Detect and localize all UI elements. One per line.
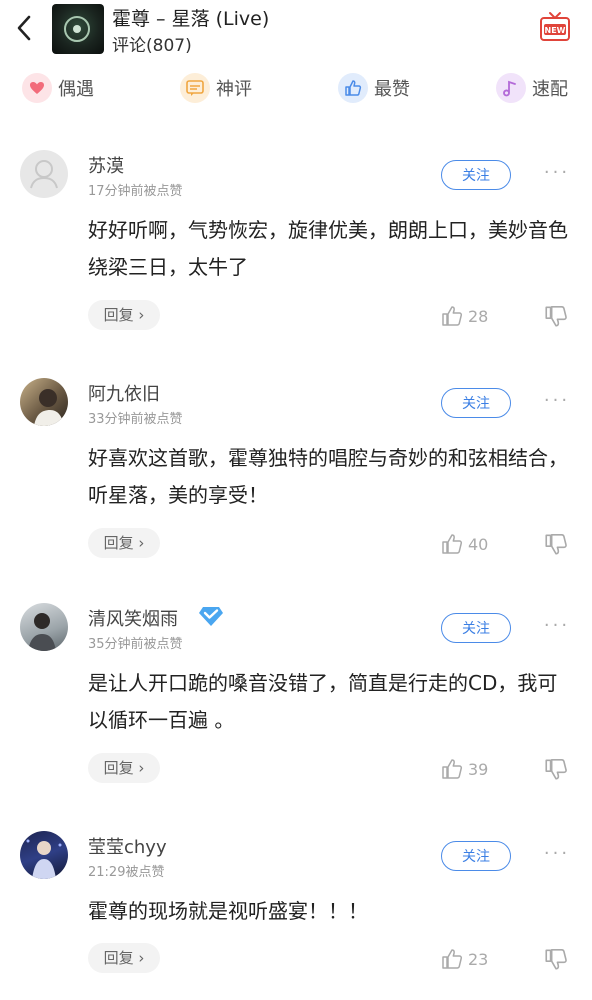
- tab-quick-match[interactable]: 速配: [496, 70, 568, 106]
- reply-button[interactable]: 回复 ›: [88, 753, 160, 783]
- dislike-icon[interactable]: [543, 303, 569, 329]
- like-count: 39: [468, 759, 489, 779]
- back-arrow-icon[interactable]: [14, 14, 34, 42]
- thumbs-up-icon: [442, 306, 463, 326]
- username[interactable]: 阿九依旧: [88, 380, 160, 406]
- follow-button[interactable]: 关注: [441, 841, 511, 871]
- like-button[interactable]: 40: [440, 531, 488, 557]
- comment-text: 霍尊的现场就是视听盛宴！！！: [88, 899, 368, 923]
- reply-button[interactable]: 回复 ›: [88, 943, 160, 973]
- username[interactable]: 苏漠: [88, 152, 124, 178]
- comment-count: 评论(807): [112, 36, 192, 56]
- tab-label: 神评: [216, 79, 252, 100]
- dislike-icon[interactable]: [543, 756, 569, 782]
- comment-text: 好好听啊，气势恢宏，旋律优美，朗朗上口，美妙音色绕梁三日，太牛了: [88, 218, 568, 279]
- like-button[interactable]: 28: [440, 303, 488, 329]
- avatar[interactable]: [20, 150, 68, 198]
- liked-time: 35分钟前被点赞: [88, 637, 183, 652]
- more-options-icon[interactable]: ···: [540, 164, 574, 186]
- verified-diamond-icon: [198, 605, 224, 627]
- heart-icon: [22, 73, 52, 103]
- tab-encounter[interactable]: 偶遇: [22, 70, 94, 106]
- filter-tabs: 偶遇 神评 最赞 速配: [0, 70, 592, 110]
- like-button[interactable]: 23: [440, 946, 488, 972]
- liked-time: 17分钟前被点赞: [88, 184, 183, 199]
- more-options-icon[interactable]: ···: [540, 617, 574, 639]
- reply-button[interactable]: 回复 ›: [88, 528, 160, 558]
- avatar[interactable]: [20, 831, 68, 879]
- follow-button[interactable]: 关注: [441, 388, 511, 418]
- username[interactable]: 清风笑烟雨: [88, 605, 178, 631]
- avatar[interactable]: [20, 378, 68, 426]
- comment-text: 是让人开口跪的嗓音没错了，简直是行走的CD，我可以循环一百遍 。: [88, 671, 558, 732]
- follow-button[interactable]: 关注: [441, 160, 511, 190]
- song-title: 霍尊 – 星落 (Live): [112, 8, 270, 30]
- dislike-icon[interactable]: [543, 531, 569, 557]
- username[interactable]: 莹莹chyy: [88, 833, 167, 859]
- tab-label: 最赞: [374, 79, 410, 100]
- tab-label: 偶遇: [58, 79, 94, 100]
- follow-button[interactable]: 关注: [441, 613, 511, 643]
- like-count: 23: [468, 949, 489, 969]
- liked-time: 21:29被点赞: [88, 865, 165, 880]
- album-cover[interactable]: [52, 4, 104, 54]
- reply-button[interactable]: 回复 ›: [88, 300, 160, 330]
- comment-text: 好喜欢这首歌，霍尊独特的唱腔与奇妙的和弦相结合，听星落，美的享受！: [88, 446, 568, 507]
- dislike-icon[interactable]: [543, 946, 569, 972]
- liked-time: 33分钟前被点赞: [88, 412, 183, 427]
- thumbs-up-icon: [442, 534, 463, 554]
- music-note-icon: [496, 73, 526, 103]
- like-count: 40: [468, 534, 489, 554]
- avatar[interactable]: [20, 603, 68, 651]
- thumbs-up-icon: [442, 759, 463, 779]
- more-options-icon[interactable]: ···: [540, 392, 574, 414]
- new-badge-icon[interactable]: NEW: [538, 10, 572, 44]
- header-bar: 霍尊 – 星落 (Live) 评论(807) NEW: [0, 0, 592, 60]
- tab-label: 速配: [532, 79, 568, 100]
- svg-text:NEW: NEW: [545, 26, 566, 35]
- like-button[interactable]: 39: [440, 756, 488, 782]
- more-options-icon[interactable]: ···: [540, 845, 574, 867]
- thumbs-up-icon: [442, 949, 463, 969]
- thumbs-up-icon: [338, 73, 368, 103]
- message-icon: [180, 73, 210, 103]
- tab-most-liked[interactable]: 最赞: [338, 70, 410, 106]
- like-count: 28: [468, 306, 489, 326]
- tab-top-comments[interactable]: 神评: [180, 70, 252, 106]
